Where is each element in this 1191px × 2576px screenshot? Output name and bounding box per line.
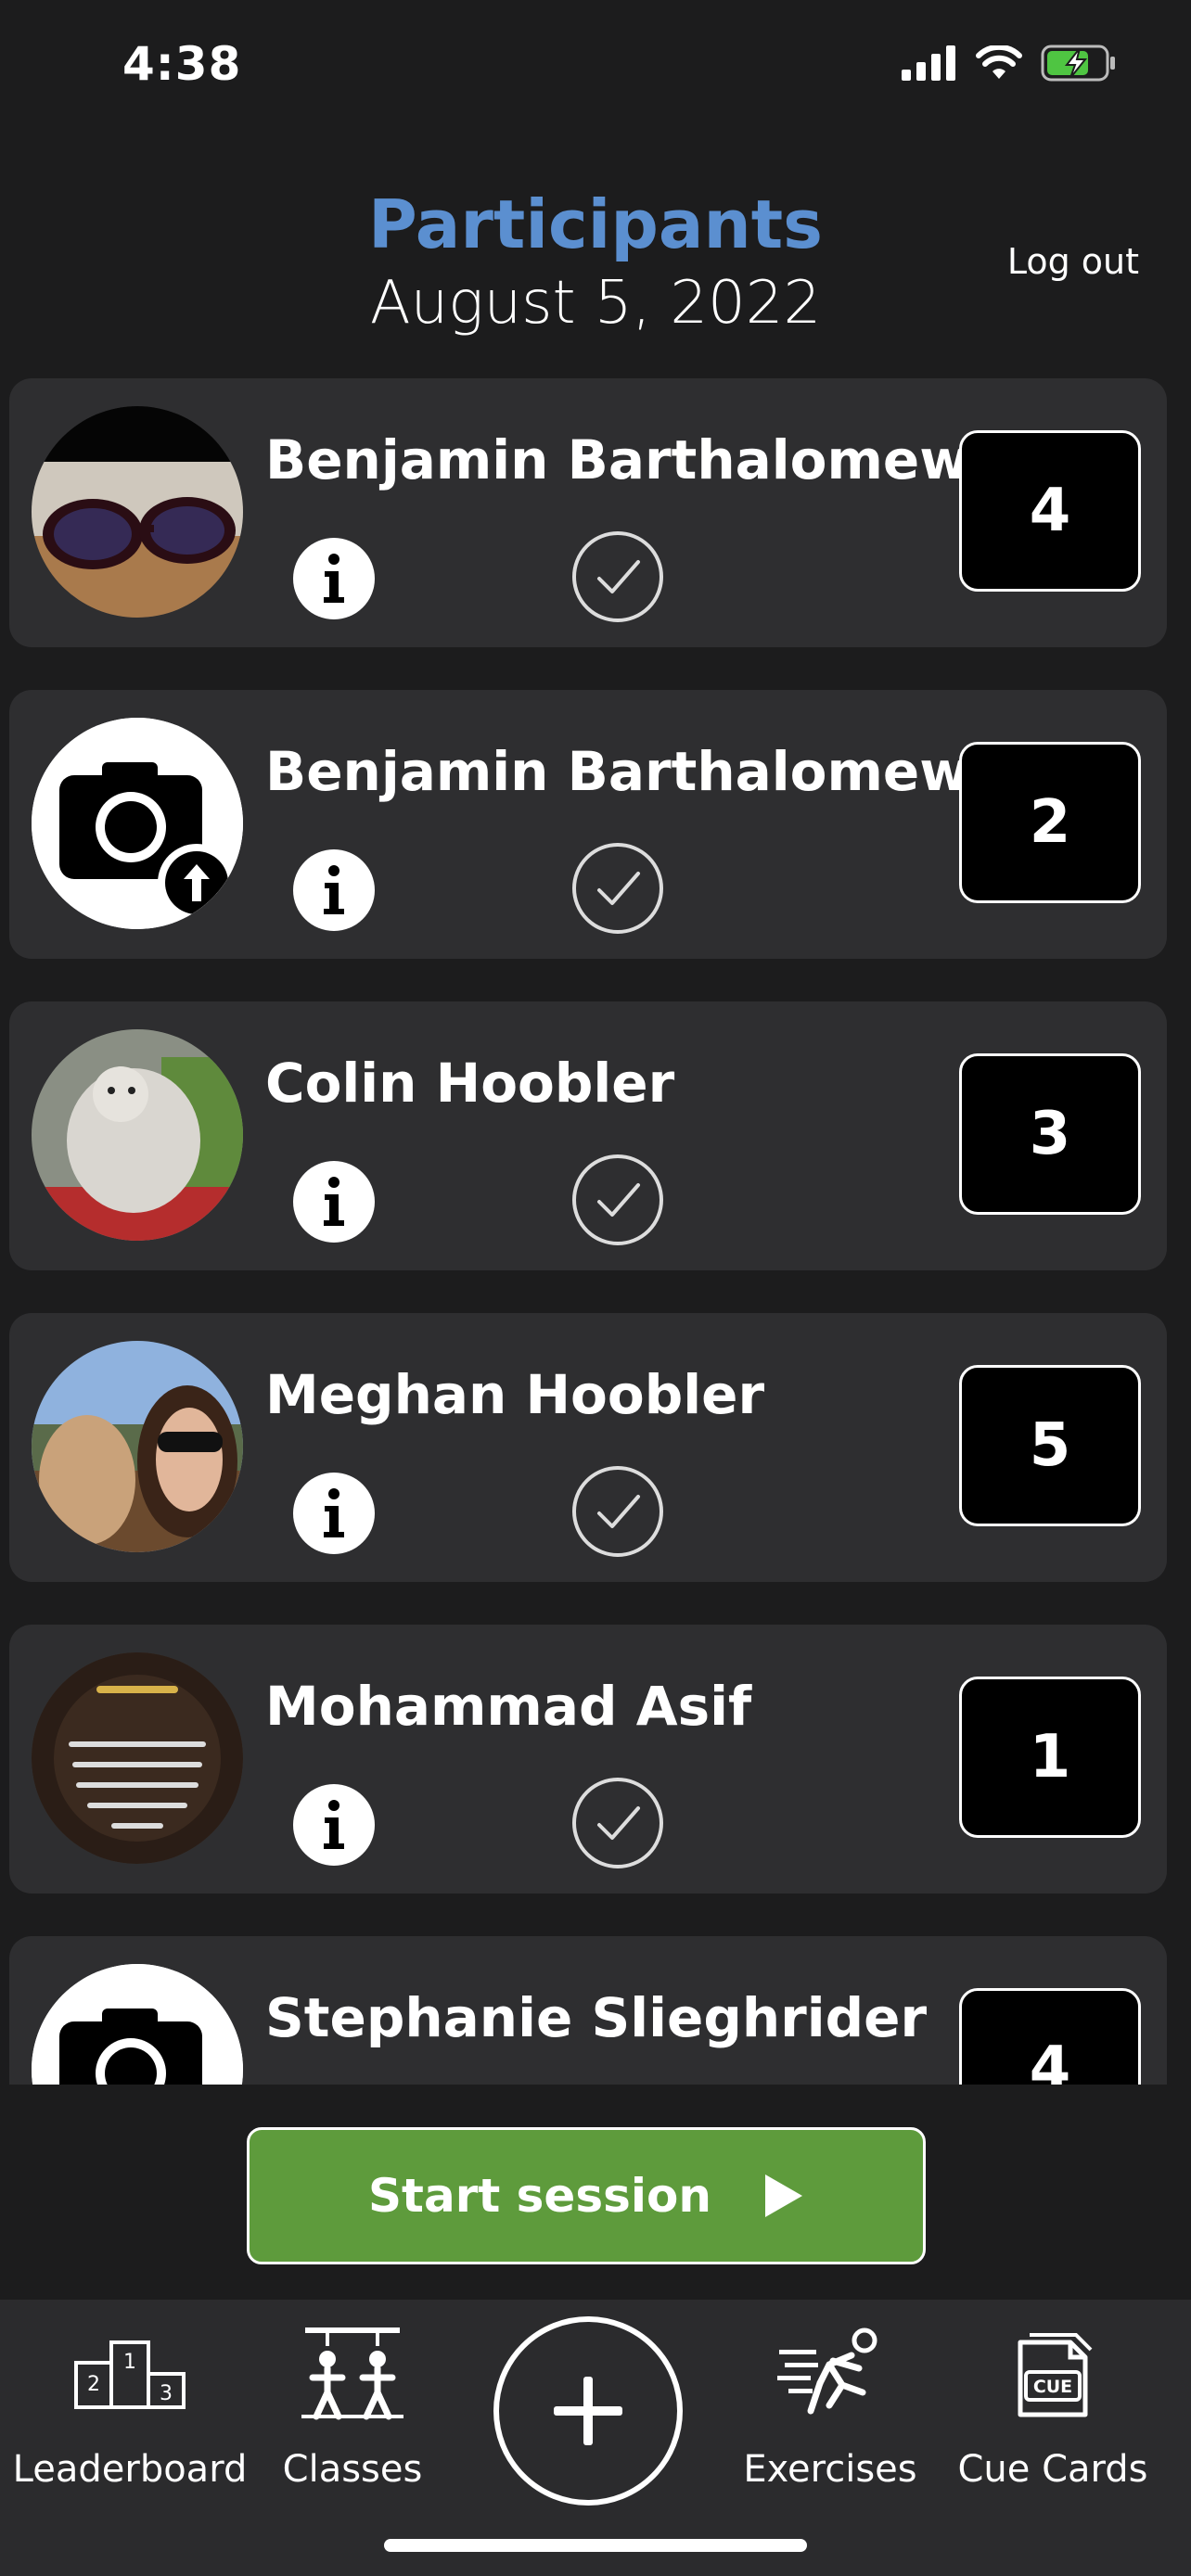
checkmark-circle-icon: [572, 1154, 663, 1245]
play-icon: [764, 2174, 802, 2217]
cat-photo: [32, 1029, 243, 1241]
participant-name[interactable]: Benjamin Barthalomewl: [265, 740, 988, 803]
info-icon: [324, 865, 344, 914]
svg-text:CUE: CUE: [1033, 2377, 1072, 2397]
status-icons: [902, 45, 1117, 82]
camera-upload-icon: [32, 1964, 243, 2085]
tab-label: Leaderboard: [12, 2448, 248, 2491]
attendance-check-button[interactable]: [570, 840, 666, 937]
add-button[interactable]: [493, 2316, 683, 2506]
battery-charging-icon: [1041, 45, 1115, 82]
plus-icon: [554, 2377, 622, 2445]
participant-card: Stephanie Slieghrider 4: [9, 1936, 1167, 2085]
avatar[interactable]: [32, 1964, 243, 2085]
status-time: 4:38: [122, 37, 242, 91]
tab-cue-cards[interactable]: CUE Cue Cards: [946, 2300, 1159, 2522]
participant-card: Mohammad Asif 1: [9, 1625, 1167, 1894]
cue-card-icon: CUE: [1018, 2333, 1093, 2417]
home-indicator[interactable]: [384, 2539, 807, 2552]
attendance-check-button[interactable]: [570, 1775, 666, 1871]
tab-label: Exercises: [743, 2448, 917, 2491]
info-button[interactable]: [293, 1161, 375, 1243]
checkmark-circle-icon: [572, 843, 663, 934]
runner-icon: [777, 2327, 877, 2415]
tab-bar: 1 2 3 Leaderboard Classes Exercises CUE …: [0, 2300, 1191, 2576]
avatar[interactable]: [32, 406, 243, 618]
participant-name[interactable]: Mohammad Asif: [265, 1675, 751, 1738]
start-session-button[interactable]: Start session: [247, 2127, 926, 2264]
logout-button[interactable]: Log out: [1007, 241, 1139, 282]
info-icon: [324, 1177, 344, 1226]
tab-classes[interactable]: Classes: [260, 2300, 445, 2522]
tab-leaderboard[interactable]: 1 2 3 Leaderboard: [0, 2300, 260, 2522]
avatar[interactable]: [32, 1029, 243, 1241]
camera-upload-icon: [32, 718, 243, 929]
tab-label: Cue Cards: [957, 2448, 1148, 2491]
info-button[interactable]: [293, 538, 375, 619]
participant-name[interactable]: Colin Hoobler: [265, 1052, 674, 1115]
attendance-check-button[interactable]: [570, 529, 666, 625]
selfie-photo: [32, 1341, 243, 1552]
info-icon: [324, 1800, 344, 1849]
avatar[interactable]: [32, 1652, 243, 1864]
participant-card: Colin Hoobler 3: [9, 1001, 1167, 1270]
attendance-check-button[interactable]: [570, 1152, 666, 1248]
bottom-panel: Start session: [0, 2085, 1191, 2300]
signal-icon: [902, 45, 955, 81]
wifi-icon: [976, 45, 1022, 79]
info-button[interactable]: [293, 1473, 375, 1554]
score-box[interactable]: 3: [959, 1053, 1141, 1215]
score-box[interactable]: 4: [959, 1988, 1141, 2085]
avatar[interactable]: [32, 1341, 243, 1552]
participant-list[interactable]: Benjamin Barthalomew 4 Benjamin Barthalo…: [0, 378, 1191, 2085]
score-box[interactable]: 5: [959, 1365, 1141, 1526]
svg-text:3: 3: [160, 2382, 173, 2405]
start-session-label: Start session: [368, 2169, 711, 2223]
score-box[interactable]: 2: [959, 742, 1141, 903]
info-icon: [324, 554, 344, 603]
status-bar: 4:38: [0, 0, 1191, 139]
attendance-check-button[interactable]: [570, 1463, 666, 1560]
info-button[interactable]: [293, 1784, 375, 1866]
info-icon: [324, 1488, 344, 1537]
participant-card: Meghan Hoobler 5: [9, 1313, 1167, 1582]
participant-name[interactable]: Meghan Hoobler: [265, 1363, 764, 1426]
svg-text:1: 1: [123, 2351, 136, 2374]
score-box[interactable]: 1: [959, 1677, 1141, 1838]
participant-card: Benjamin Barthalomew 4: [9, 378, 1167, 647]
score-box[interactable]: 4: [959, 430, 1141, 592]
info-button[interactable]: [293, 849, 375, 931]
checkmark-circle-icon: [572, 1778, 663, 1868]
sunglasses-photo: [32, 406, 243, 618]
svg-text:2: 2: [87, 2373, 100, 2396]
participant-name[interactable]: Stephanie Slieghrider: [265, 1986, 927, 2049]
classes-icon: [301, 2327, 403, 2420]
checkmark-circle-icon: [572, 531, 663, 622]
tab-label: Classes: [282, 2448, 423, 2491]
urdu-quote-image: [32, 1652, 243, 1864]
participant-card: Benjamin Barthalomewl 2: [9, 690, 1167, 959]
avatar[interactable]: [32, 718, 243, 929]
checkmark-circle-icon: [572, 1466, 663, 1557]
podium-icon: 1 2 3: [74, 2340, 186, 2409]
header: Participants August 5, 2022 Log out: [0, 176, 1191, 343]
participant-name[interactable]: Benjamin Barthalomew: [265, 428, 969, 491]
tab-exercises[interactable]: Exercises: [733, 2300, 928, 2522]
